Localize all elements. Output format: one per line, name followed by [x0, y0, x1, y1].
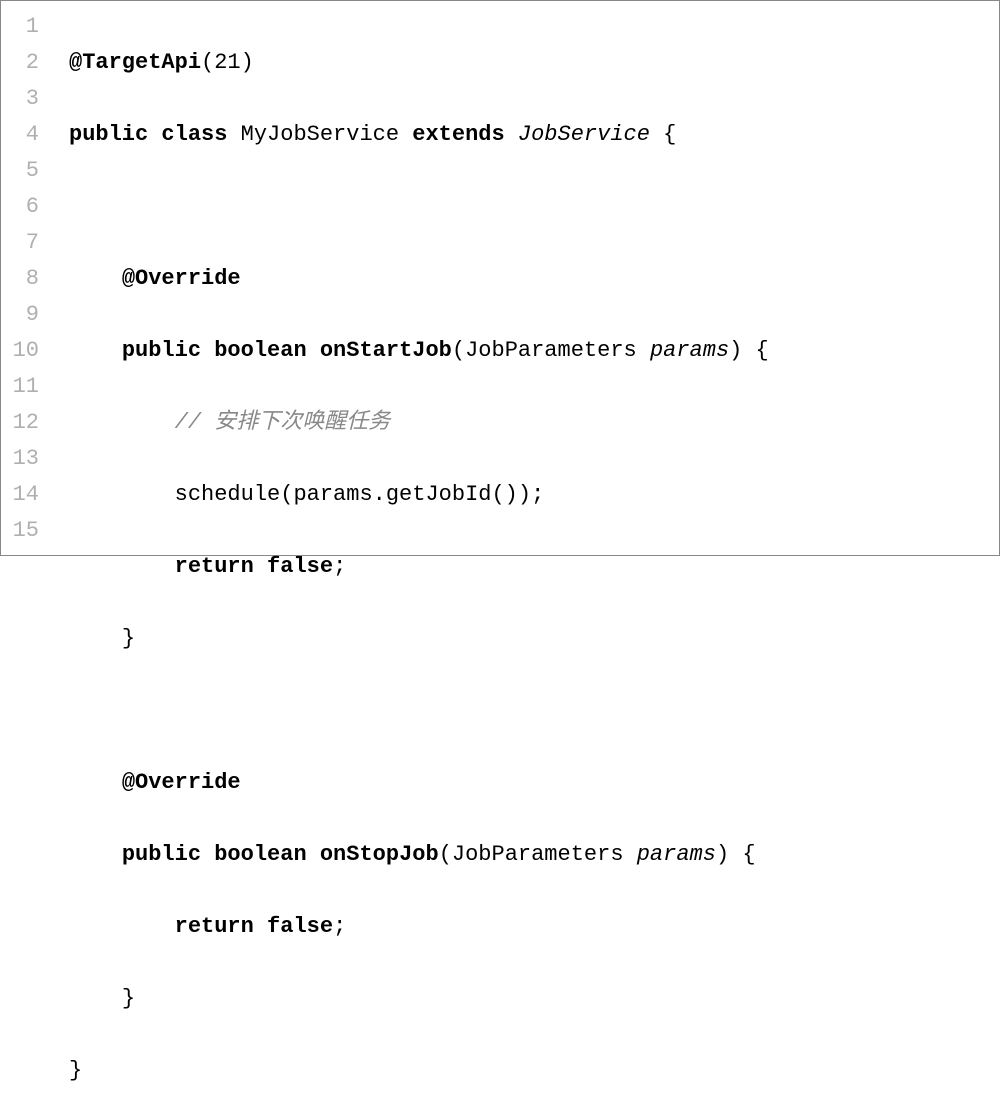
keyword-public: public	[69, 122, 148, 147]
annotation: @Override	[122, 266, 241, 291]
param-name: params	[650, 338, 729, 363]
line-number: 3	[9, 81, 39, 117]
line-number-gutter: 1 2 3 4 5 6 7 8 9 10 11 12 13 14 15	[9, 9, 69, 1112]
line-number: 8	[9, 261, 39, 297]
method-name: onStartJob	[320, 338, 452, 363]
line-number: 6	[9, 189, 39, 225]
line-number: 12	[9, 405, 39, 441]
semicolon: ;	[333, 914, 346, 939]
code-line: @TargetApi(21)	[69, 45, 769, 81]
line-number: 14	[9, 477, 39, 513]
super-type: JobService	[518, 122, 650, 147]
brace-close: }	[69, 1058, 82, 1083]
line-number: 7	[9, 225, 39, 261]
annotation: @Override	[122, 770, 241, 795]
code-line: public boolean onStopJob(JobParameters p…	[69, 837, 769, 873]
line-number: 9	[9, 297, 39, 333]
paren-open: (	[452, 338, 465, 363]
code-line: }	[69, 1053, 769, 1089]
annotation: @TargetApi	[69, 50, 201, 75]
keyword-public: public	[122, 338, 201, 363]
code-content: @TargetApi(21) public class MyJobService…	[69, 9, 769, 1112]
line-number: 13	[9, 441, 39, 477]
keyword-return: return	[175, 554, 254, 579]
line-number: 5	[9, 153, 39, 189]
paren-open: (	[201, 50, 214, 75]
number-literal: 21	[214, 50, 240, 75]
line-number: 2	[9, 45, 39, 81]
paren-close: )	[241, 50, 254, 75]
class-name: MyJobService	[241, 122, 399, 147]
line-number: 4	[9, 117, 39, 153]
code-line	[69, 189, 769, 225]
code-line: return false;	[69, 549, 769, 585]
keyword-public: public	[122, 842, 201, 867]
method-call: schedule(params.getJobId());	[175, 482, 545, 507]
paren-close-brace: ) {	[729, 338, 769, 363]
code-line: }	[69, 981, 769, 1017]
param-name: params	[637, 842, 716, 867]
comment: // 安排下次唤醒任务	[175, 410, 391, 435]
line-number: 1	[9, 9, 39, 45]
keyword-false: false	[267, 554, 333, 579]
method-name: onStopJob	[320, 842, 439, 867]
keyword-extends: extends	[412, 122, 504, 147]
semicolon: ;	[333, 554, 346, 579]
line-number: 10	[9, 333, 39, 369]
paren-close-brace: ) {	[716, 842, 756, 867]
code-line: schedule(params.getJobId());	[69, 477, 769, 513]
code-line: }	[69, 621, 769, 657]
code-line: public class MyJobService extends JobSer…	[69, 117, 769, 153]
line-number: 15	[9, 513, 39, 549]
brace-open: {	[650, 122, 676, 147]
brace-close: }	[122, 626, 135, 651]
keyword-false: false	[267, 914, 333, 939]
code-line	[69, 693, 769, 729]
brace-close: }	[122, 986, 135, 1011]
paren-open: (	[439, 842, 452, 867]
keyword-class: class	[161, 122, 227, 147]
code-block: 1 2 3 4 5 6 7 8 9 10 11 12 13 14 15 @Tar…	[9, 9, 991, 1112]
param-type: JobParameters	[452, 842, 624, 867]
keyword-boolean: boolean	[214, 338, 306, 363]
code-line: // 安排下次唤醒任务	[69, 405, 769, 441]
code-line: return false;	[69, 909, 769, 945]
keyword-return: return	[175, 914, 254, 939]
code-line: @Override	[69, 765, 769, 801]
code-line: public boolean onStartJob(JobParameters …	[69, 333, 769, 369]
line-number: 11	[9, 369, 39, 405]
code-line: @Override	[69, 261, 769, 297]
param-type: JobParameters	[465, 338, 637, 363]
keyword-boolean: boolean	[214, 842, 306, 867]
